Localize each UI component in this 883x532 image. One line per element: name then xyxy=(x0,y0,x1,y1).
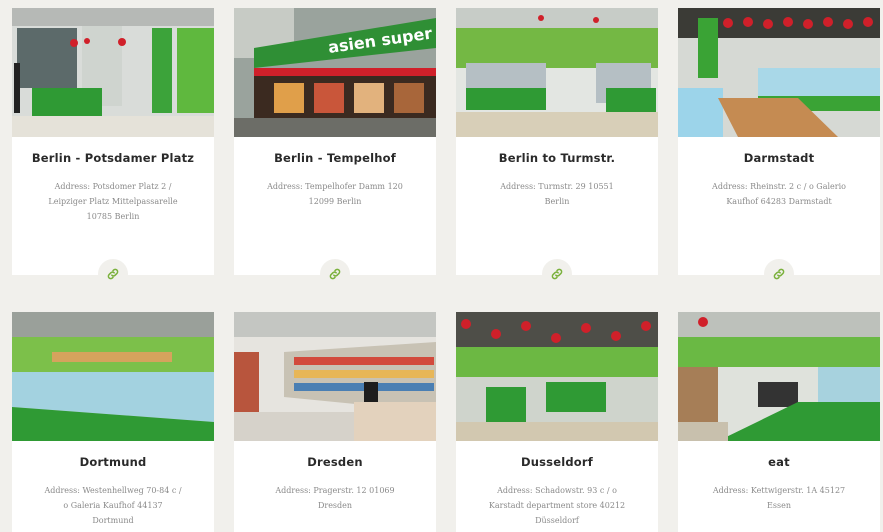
store-photo xyxy=(12,312,214,441)
store-address: Address: Potsdomer Platz 2 / Leipziger P… xyxy=(48,182,178,221)
store-card[interactable]: eat Address: Kettwigerstr. 1A 45127 Esse… xyxy=(678,312,880,532)
store-photo xyxy=(12,8,214,137)
store-link-button[interactable] xyxy=(542,259,572,289)
store-address: Address: Schadowstr. 93 c / o Karstadt d… xyxy=(488,486,626,525)
store-photo xyxy=(456,8,658,137)
store-address: Address: Pragerstr. 12 01069 Dresden xyxy=(275,486,395,510)
store-title: Berlin - Tempelhof xyxy=(274,151,396,165)
store-card[interactable]: Dortmund Address: Westenhellweg 70-84 c … xyxy=(12,312,214,532)
store-address: Address: Westenhellweg 70-84 c / o Galer… xyxy=(44,486,182,525)
store-card[interactable]: Dusseldorf Address: Schadowstr. 93 c / o… xyxy=(456,312,658,532)
store-address: Address: Tempelhofer Damm 120 12099 Berl… xyxy=(267,182,403,206)
store-address: Address: Kettwigerstr. 1A 45127 Essen xyxy=(712,486,846,510)
store-link-button[interactable] xyxy=(764,259,794,289)
store-card[interactable]: Berlin to Turmstr. Address: Turmstr. 29 … xyxy=(456,8,658,289)
store-photo xyxy=(678,8,880,137)
store-title: Dortmund xyxy=(79,455,147,469)
store-photo xyxy=(456,312,658,441)
link-icon xyxy=(107,268,119,280)
store-title: Darmstadt xyxy=(743,151,815,165)
store-title: Dusseldorf xyxy=(521,455,593,469)
link-icon xyxy=(551,268,563,280)
store-title: eat xyxy=(768,455,790,469)
link-icon xyxy=(773,268,785,280)
store-photo: asien super xyxy=(234,8,436,137)
store-photo xyxy=(678,312,880,441)
store-card[interactable]: Dresden Address: Pragerstr. 12 01069 Dre… xyxy=(234,312,436,532)
store-link-button[interactable] xyxy=(98,259,128,289)
store-title: Berlin to Turmstr. xyxy=(498,151,616,165)
store-title: Berlin - Potsdamer Platz xyxy=(31,151,195,165)
store-address: Address: Rheinstr. 2 c / o Galerio Kaufh… xyxy=(712,182,846,206)
store-photo xyxy=(234,312,436,441)
store-card[interactable]: Berlin - Potsdamer Platz Address: Potsdo… xyxy=(12,8,214,289)
link-icon xyxy=(329,268,341,280)
store-link-button[interactable] xyxy=(320,259,350,289)
store-card[interactable]: Darmstadt Address: Rheinstr. 2 c / o Gal… xyxy=(678,8,880,289)
store-card[interactable]: asien super Berlin - Tempelhof Address: … xyxy=(234,8,436,289)
store-address: Address: Turmstr. 29 10551 Berlin xyxy=(500,182,614,206)
store-title: Dresden xyxy=(307,455,363,469)
